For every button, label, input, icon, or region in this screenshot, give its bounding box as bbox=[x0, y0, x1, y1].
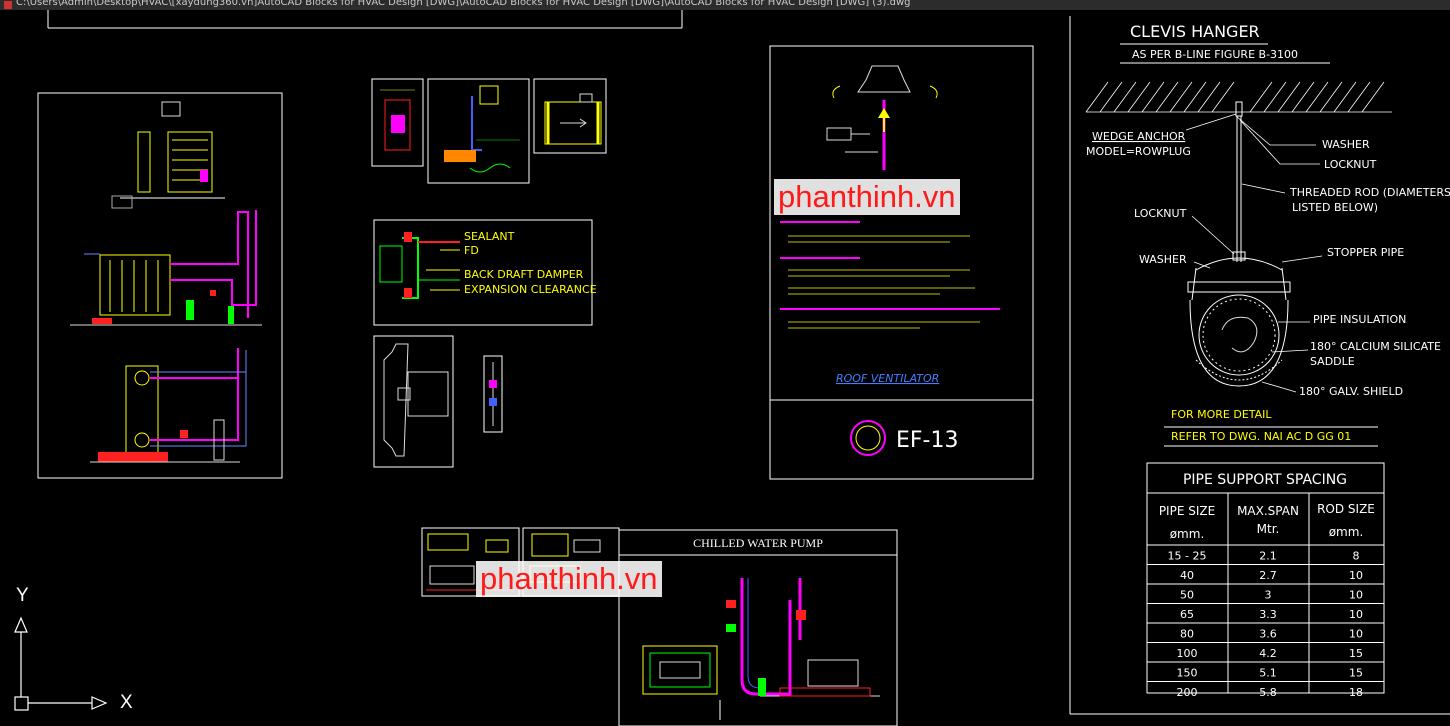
table-body: 15 - 25 2.1 8 40 2.7 10 50 3 10 65 3.3 10 80 3.6 10 100… bbox=[1147, 550, 1384, 699]
locknut-left-label: LOCKNUT bbox=[1134, 207, 1187, 220]
header-max-span: MAX.SPAN bbox=[1237, 504, 1299, 518]
ceiling-hatch bbox=[1085, 81, 1392, 113]
table-cell: 200 bbox=[1177, 686, 1198, 699]
more-detail-label: FOR MORE DETAIL bbox=[1171, 408, 1272, 421]
table-cell: 10 bbox=[1349, 569, 1363, 582]
table-cell: 3.3 bbox=[1259, 608, 1277, 621]
rowplug-label: MODEL=ROWPLUG bbox=[1086, 145, 1191, 158]
roof-ventilator-sheet[interactable]: ROOF VENTILATOR EF-13 bbox=[769, 45, 1034, 480]
heat-exchanger-front-view bbox=[90, 348, 247, 463]
pipe-insulation-label: PIPE INSULATION bbox=[1313, 313, 1406, 326]
heat-exchanger-top-view bbox=[111, 101, 225, 209]
table-cell: 15 bbox=[1349, 647, 1363, 660]
detail-sheet-3[interactable] bbox=[533, 78, 607, 154]
drawing-canvas[interactable]: SEALANT FD BACK DRAFT DAMPER EXPANSION C… bbox=[0, 0, 1450, 726]
chilled-water-pump-sheet[interactable]: CHILLED WATER PUMP bbox=[618, 529, 898, 726]
table-cell: 40 bbox=[1180, 569, 1194, 582]
table-cell: 80 bbox=[1180, 628, 1194, 641]
washer-top-label: WASHER bbox=[1322, 138, 1370, 151]
threaded-rod-label: THREADED ROD (DIAMETERS bbox=[1289, 186, 1450, 199]
table-row: 15 - 25 2.1 8 bbox=[1147, 550, 1384, 565]
ucs-x-label: X bbox=[120, 692, 133, 713]
listed-below-label: LISTED BELOW) bbox=[1292, 201, 1378, 214]
galv-shield-label: 180° GALV. SHIELD bbox=[1299, 385, 1403, 398]
header-pipe-size-unit: ømm. bbox=[1170, 527, 1205, 541]
table-cell: 10 bbox=[1349, 628, 1363, 641]
roof-ventilator-caption: ROOF VENTILATOR bbox=[836, 372, 939, 385]
damper-label-back-draft: BACK DRAFT DAMPER bbox=[464, 268, 584, 281]
table-cell: 10 bbox=[1349, 589, 1363, 602]
table-cell: 65 bbox=[1180, 608, 1194, 621]
table-cell: 10 bbox=[1349, 608, 1363, 621]
refer-dwg-label: REFER TO DWG. NAI AC D GG 01 bbox=[1171, 430, 1351, 443]
table-cell: 15 - 25 bbox=[1168, 550, 1207, 563]
stopper-pipe-label: STOPPER PIPE bbox=[1327, 246, 1404, 259]
clevis-subtitle: AS PER B-LINE FIGURE B-3100 bbox=[1132, 48, 1298, 61]
table-cell: 8 bbox=[1353, 550, 1360, 563]
saddle-label: SADDLE bbox=[1310, 355, 1355, 368]
detail-sheet-2[interactable] bbox=[427, 78, 530, 184]
damper-label-sealant: SEALANT bbox=[464, 230, 515, 243]
table-cell: 2.7 bbox=[1259, 569, 1277, 582]
detail-sheet-1[interactable] bbox=[371, 78, 424, 167]
table-cell: 4.2 bbox=[1259, 647, 1277, 660]
damper-label-expansion: EXPANSION CLEARANCE bbox=[464, 283, 597, 296]
table-row: 65 3.3 10 bbox=[1147, 608, 1384, 624]
table-cell: 100 bbox=[1177, 647, 1198, 660]
pipe-support-table[interactable]: PIPE SUPPORT SPACING PIPE SIZE ømm. MAX.… bbox=[1146, 462, 1385, 699]
pump-sheet-title: CHILLED WATER PUMP bbox=[693, 536, 823, 550]
table-row: 100 4.2 15 bbox=[1147, 647, 1384, 663]
clevis-hanger-body bbox=[1187, 257, 1291, 387]
damper-detail-sheet[interactable]: SEALANT FD BACK DRAFT DAMPER EXPANSION C… bbox=[373, 219, 597, 326]
ucs-icon bbox=[14, 616, 108, 711]
table-cell: 15 bbox=[1349, 667, 1363, 680]
clevis-title: CLEVIS HANGER bbox=[1130, 22, 1260, 41]
heat-exchanger-sheet[interactable] bbox=[37, 92, 283, 479]
watermark-top: phanthinh.vn bbox=[774, 179, 960, 215]
table-cell: 150 bbox=[1177, 667, 1198, 680]
clevis-leader-lines bbox=[1185, 113, 1323, 393]
table-row: 50 3 10 bbox=[1147, 589, 1384, 604]
threaded-rod bbox=[1232, 101, 1246, 262]
header-max-span-unit: Mtr. bbox=[1257, 522, 1280, 536]
header-rod-size-unit: ømm. bbox=[1329, 525, 1364, 539]
table-title: PIPE SUPPORT SPACING bbox=[1183, 472, 1347, 488]
table-cell: 18 bbox=[1349, 686, 1363, 699]
table-cell: 5.1 bbox=[1259, 667, 1277, 680]
table-row: 40 2.7 10 bbox=[1147, 569, 1384, 585]
wedge-anchor-label: WEDGE ANCHOR bbox=[1092, 130, 1186, 143]
ucs-y-label: Y bbox=[16, 585, 29, 606]
header-rod-size: ROD SIZE bbox=[1317, 502, 1375, 516]
table-row: 150 5.1 15 bbox=[1147, 667, 1384, 682]
table-cell: 50 bbox=[1180, 589, 1194, 602]
watermark-bottom: phanthinh.vn bbox=[476, 561, 662, 597]
fan-detail-sheet[interactable] bbox=[373, 335, 454, 468]
top-sheet-frame bbox=[47, 10, 683, 29]
table-cell: 5.8 bbox=[1259, 686, 1277, 699]
table-cell: 2.1 bbox=[1259, 550, 1277, 563]
table-cell: 3.6 bbox=[1259, 628, 1277, 641]
ef-13-tag: EF-13 bbox=[896, 428, 959, 453]
washer-left-label: WASHER bbox=[1139, 253, 1187, 266]
heat-exchanger-side-view bbox=[70, 210, 262, 326]
small-fitting-detail[interactable] bbox=[483, 355, 503, 433]
table-cell: 3 bbox=[1265, 589, 1272, 602]
calcium-silicate-label: 180° CALCIUM SILICATE bbox=[1310, 340, 1441, 353]
damper-label-fd: FD bbox=[464, 244, 479, 257]
locknut-top-label: LOCKNUT bbox=[1324, 158, 1377, 171]
header-pipe-size: PIPE SIZE bbox=[1159, 504, 1215, 518]
table-row: 80 3.6 10 bbox=[1147, 628, 1384, 643]
